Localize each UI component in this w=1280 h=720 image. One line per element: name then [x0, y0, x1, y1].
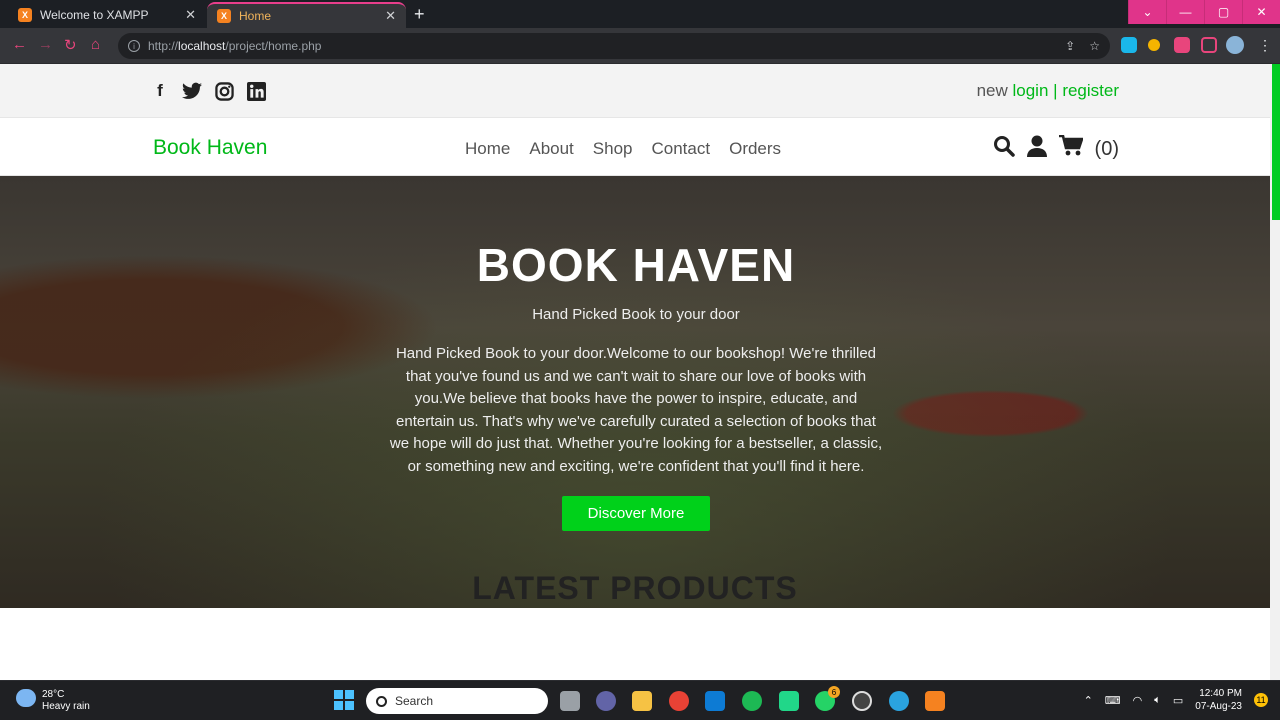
taskbar-search[interactable]: Search	[366, 688, 548, 714]
discover-more-button[interactable]: Discover More	[562, 495, 710, 531]
twitter-icon[interactable]	[182, 81, 202, 101]
hero-banner: BOOK HAVEN Hand Picked Book to your door…	[0, 176, 1270, 608]
tab-search-icon[interactable]: ⌄	[1128, 0, 1166, 24]
extension-icon[interactable]	[1148, 39, 1160, 51]
tab-home[interactable]: X Home ✕	[207, 2, 406, 28]
home-icon[interactable]: ⌂	[91, 36, 100, 53]
vscode-icon[interactable]	[705, 691, 725, 711]
maximize-button[interactable]: ▢	[1204, 0, 1242, 24]
linkedin-icon[interactable]	[246, 81, 266, 101]
site-topbar: f new login | register	[0, 64, 1270, 118]
site-navbar: Book Haven Home About Shop Contact Order…	[0, 118, 1270, 176]
spotify-icon[interactable]	[742, 691, 762, 711]
url-host: localhost	[178, 39, 226, 53]
whatsapp-badge: 6	[828, 686, 840, 698]
chevron-up-icon[interactable]: ⌃	[1084, 694, 1093, 707]
scrollbar-thumb[interactable]	[1272, 64, 1280, 220]
clock-time: 12:40 PM	[1199, 688, 1242, 699]
hero-description: Hand Picked Book to your door.Welcome to…	[389, 345, 883, 475]
telegram-icon[interactable]	[889, 691, 909, 711]
notification-badge[interactable]: 11	[1254, 693, 1268, 707]
close-icon[interactable]: ✕	[185, 7, 196, 23]
hero-title: BOOK HAVEN	[476, 239, 796, 291]
nav-contact[interactable]: Contact	[652, 139, 711, 159]
nav-about[interactable]: About	[529, 139, 573, 159]
system-tray: ⌃ ⌨ ◠ 🔈︎ ▭ 12:40 PM 07-Aug-23 11	[1084, 687, 1268, 713]
instagram-icon[interactable]	[214, 81, 234, 101]
tab-title: Home	[239, 9, 272, 23]
taskbar-search-label: Search	[395, 694, 434, 708]
teams-chat-icon[interactable]	[596, 691, 616, 711]
auth-new-label: new	[976, 81, 1008, 100]
url-prefix: http://	[148, 39, 179, 53]
brand-logo[interactable]: Book Haven	[153, 136, 267, 160]
nav-home[interactable]: Home	[465, 139, 510, 159]
main-menu: Home About Shop Contact Orders	[465, 139, 781, 159]
obs-icon[interactable]	[852, 691, 872, 711]
close-window-button[interactable]: ✕	[1242, 0, 1280, 24]
new-tab-button[interactable]: +	[414, 4, 425, 25]
volume-icon[interactable]: 🔈︎	[1154, 694, 1161, 707]
facebook-icon[interactable]: f	[150, 81, 170, 101]
clock-date: 07-Aug-23	[1195, 701, 1242, 712]
nav-shop[interactable]: Shop	[593, 139, 633, 159]
task-view-icon[interactable]	[560, 691, 580, 711]
vimeo-extension-icon[interactable]	[1121, 37, 1137, 53]
weather-desc: Heavy rain	[42, 701, 90, 712]
search-icon[interactable]	[993, 135, 1015, 163]
file-explorer-icon[interactable]	[632, 691, 652, 711]
auth-links: new login | register	[977, 81, 1119, 101]
xampp-icon: X	[217, 9, 231, 23]
tab-title: Welcome to XAMPP	[40, 8, 149, 22]
keyboard-icon[interactable]: ⌨	[1105, 694, 1121, 707]
xampp-icon[interactable]	[925, 691, 945, 711]
info-icon[interactable]: i	[128, 40, 140, 52]
address-bar[interactable]: i http://localhost/project/home.php ⇪ ☆	[118, 33, 1110, 59]
search-icon	[376, 695, 387, 707]
bookmark-star-icon[interactable]: ☆	[1089, 39, 1100, 53]
share-icon[interactable]: ⇪	[1065, 39, 1075, 53]
hero-subtitle: Hand Picked Book to your door	[532, 306, 740, 323]
menu-kebab-icon[interactable]: ⋮	[1258, 37, 1272, 54]
side-panel-icon[interactable]	[1201, 37, 1217, 53]
browser-toolbar: ← → ↻ ⌂ i http://localhost/project/home.…	[0, 28, 1280, 64]
user-icon[interactable]	[1026, 135, 1047, 163]
clock[interactable]: 12:40 PM 07-Aug-23	[1195, 687, 1242, 713]
auth-separator: |	[1053, 81, 1058, 100]
minimize-button[interactable]: —	[1166, 0, 1204, 24]
reload-icon[interactable]: ↻	[64, 36, 77, 54]
back-icon[interactable]: ←	[12, 36, 27, 53]
tab-strip: X Welcome to XAMPP ✕ X Home ✕ + ⌄ — ▢ ✕	[0, 0, 1280, 28]
url-path: /project/home.php	[225, 39, 322, 53]
wifi-icon[interactable]: ◠	[1133, 694, 1143, 707]
weather-widget[interactable]: 28°C Heavy rain	[16, 689, 90, 713]
taskbar: 28°C Heavy rain Search 6 ⌃ ⌨ ◠ 🔈︎ ▭ 12:4…	[0, 680, 1280, 720]
weather-temp: 28°C	[42, 689, 65, 700]
cart-count[interactable]: (0)	[1095, 138, 1119, 161]
battery-icon[interactable]: ▭	[1173, 694, 1183, 707]
nav-orders[interactable]: Orders	[729, 139, 781, 159]
section-title: LATEST PRODUCTS	[472, 570, 798, 606]
extensions-puzzle-icon[interactable]	[1174, 37, 1190, 53]
page-scrollbar[interactable]	[1270, 64, 1280, 680]
webpage: f new login | register Book Haven Home A…	[0, 64, 1270, 680]
xampp-icon: X	[18, 8, 32, 22]
chrome-icon[interactable]	[669, 691, 689, 711]
nav-icons: (0)	[993, 134, 1119, 163]
rain-cloud-icon	[16, 689, 36, 707]
start-button[interactable]	[334, 690, 354, 710]
close-icon[interactable]: ✕	[385, 8, 396, 24]
window-controls: ⌄ — ▢ ✕	[1128, 0, 1280, 24]
tab-xampp[interactable]: X Welcome to XAMPP ✕	[8, 2, 206, 28]
hero-content: BOOK HAVEN Hand Picked Book to your door…	[385, 238, 887, 531]
profile-avatar[interactable]	[1226, 36, 1244, 54]
social-links: f	[150, 81, 266, 101]
register-link[interactable]: register	[1062, 81, 1119, 100]
cart-icon[interactable]	[1058, 134, 1084, 163]
pycharm-icon[interactable]	[779, 691, 799, 711]
login-link[interactable]: login	[1013, 81, 1049, 100]
forward-icon[interactable]: →	[38, 36, 53, 53]
